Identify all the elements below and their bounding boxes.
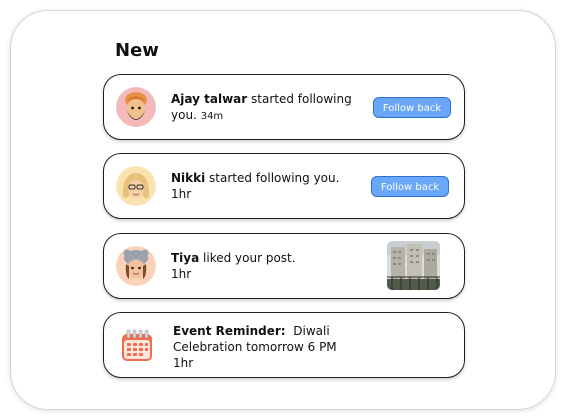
user-name: Tiya bbox=[171, 251, 200, 265]
follow-back-button[interactable]: Follow back bbox=[371, 176, 449, 197]
event-label: Event Reminder: bbox=[173, 324, 286, 338]
section-title-new: New bbox=[115, 40, 159, 61]
notification-item-follow-ajay[interactable]: Ajay talwar started following you. 34m F… bbox=[103, 74, 465, 140]
notification-item-event-reminder[interactable]: Event Reminder: Diwali Celebration tomor… bbox=[103, 312, 465, 378]
user-name: Nikki bbox=[171, 171, 206, 185]
calendar-icon bbox=[120, 329, 154, 363]
notification-item-follow-nikki[interactable]: Nikki started following you. 1hr Follow … bbox=[103, 153, 465, 219]
notification-text: Nikki started following you. 1hr bbox=[171, 170, 361, 202]
avatar-icon[interactable] bbox=[116, 246, 156, 286]
timestamp: 1hr bbox=[173, 356, 194, 370]
user-name: Ajay talwar bbox=[171, 92, 248, 106]
avatar-icon[interactable] bbox=[116, 87, 156, 127]
timestamp: 34m bbox=[200, 111, 224, 122]
notification-text: Tiya liked your post. 1hr bbox=[171, 250, 361, 282]
notification-message: liked your post. bbox=[199, 251, 296, 265]
post-thumbnail[interactable] bbox=[387, 241, 440, 290]
timestamp: 1hr bbox=[171, 267, 192, 281]
follow-back-button[interactable]: Follow back bbox=[373, 97, 451, 118]
notification-message: started following you. bbox=[205, 171, 340, 185]
avatar-icon[interactable] bbox=[116, 166, 156, 206]
notification-text: Event Reminder: Diwali Celebration tomor… bbox=[173, 323, 353, 371]
notification-item-like-tiya[interactable]: Tiya liked your post. 1hr bbox=[103, 233, 465, 299]
timestamp: 1hr bbox=[171, 187, 192, 201]
notification-text: Ajay talwar started following you. 34m bbox=[171, 91, 361, 125]
